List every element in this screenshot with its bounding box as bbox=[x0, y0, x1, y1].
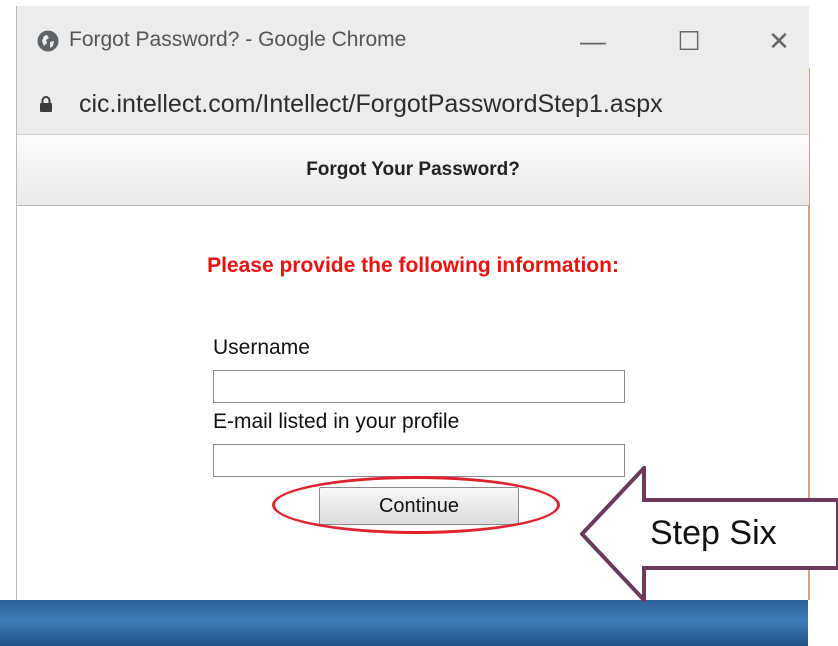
address-bar[interactable]: cic.intellect.com/Intellect/ForgotPasswo… bbox=[17, 76, 809, 134]
username-label: Username bbox=[213, 336, 310, 359]
page-title: Forgot Your Password? bbox=[306, 159, 520, 180]
globe-icon bbox=[37, 30, 59, 52]
lock-icon bbox=[40, 96, 52, 112]
email-input[interactable] bbox=[213, 444, 625, 477]
window-title: Forgot Password? - Google Chrome bbox=[69, 28, 407, 51]
url-text: cic.intellect.com/Intellect/ForgotPasswo… bbox=[79, 90, 663, 118]
desktop-background bbox=[0, 600, 838, 646]
username-input[interactable] bbox=[213, 370, 625, 403]
step-label: Step Six bbox=[650, 514, 777, 552]
page-header: Forgot Your Password? bbox=[17, 134, 809, 206]
instruction-text: Please provide the following information… bbox=[207, 254, 619, 277]
maximize-button[interactable]: ☐ bbox=[669, 22, 709, 60]
minimize-button[interactable]: — bbox=[573, 22, 613, 60]
maximize-icon: ☐ bbox=[677, 25, 701, 56]
title-bar: Forgot Password? - Google Chrome — ☐ ✕ bbox=[17, 6, 809, 76]
continue-button[interactable]: Continue bbox=[319, 487, 519, 525]
close-icon: ✕ bbox=[768, 25, 790, 56]
minimize-icon: — bbox=[580, 25, 606, 56]
email-label: E-mail listed in your profile bbox=[213, 410, 460, 433]
close-button[interactable]: ✕ bbox=[759, 22, 799, 60]
